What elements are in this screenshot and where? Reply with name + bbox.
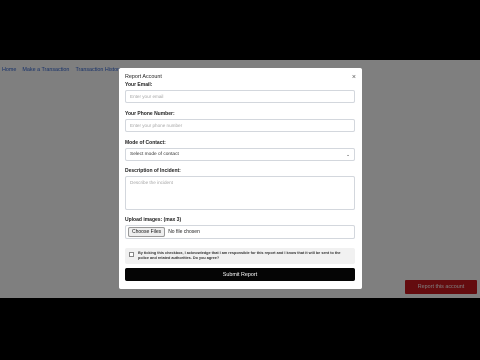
file-status-text: No file chosen (168, 229, 200, 235)
email-field[interactable] (125, 90, 355, 103)
chevron-down-icon: ⌄ (346, 151, 350, 157)
upload-label: Upload images: (max 3) (125, 217, 182, 223)
modal-title: Report Account (125, 74, 162, 80)
contact-mode-value: Select mode of contact (130, 152, 179, 157)
phone-field[interactable] (125, 119, 355, 132)
contact-mode-select[interactable]: Select mode of contact ⌄ (125, 148, 355, 161)
close-icon[interactable]: × (352, 74, 356, 81)
email-label: Your Email: (125, 82, 153, 88)
report-account-modal: Report Account × Your Email: Your Phone … (119, 68, 362, 289)
contact-mode-label: Mode of Contact: (125, 140, 166, 146)
submit-report-button[interactable]: Submit Report (125, 268, 355, 281)
choose-files-button[interactable]: Choose Files (128, 227, 166, 237)
description-textarea[interactable]: Describe the incident (125, 176, 355, 210)
agreement-row: By ticking this checkbox, I acknowledge … (125, 248, 355, 264)
file-upload-input[interactable]: Choose Files No file chosen (125, 225, 355, 239)
app-viewport: Home Make a Transaction Transaction Hist… (0, 60, 480, 298)
agreement-text: By ticking this checkbox, I acknowledge … (138, 251, 341, 260)
description-label: Description of Incident: (125, 168, 181, 174)
agree-checkbox[interactable] (129, 252, 134, 257)
phone-label: Your Phone Number: (125, 111, 175, 117)
